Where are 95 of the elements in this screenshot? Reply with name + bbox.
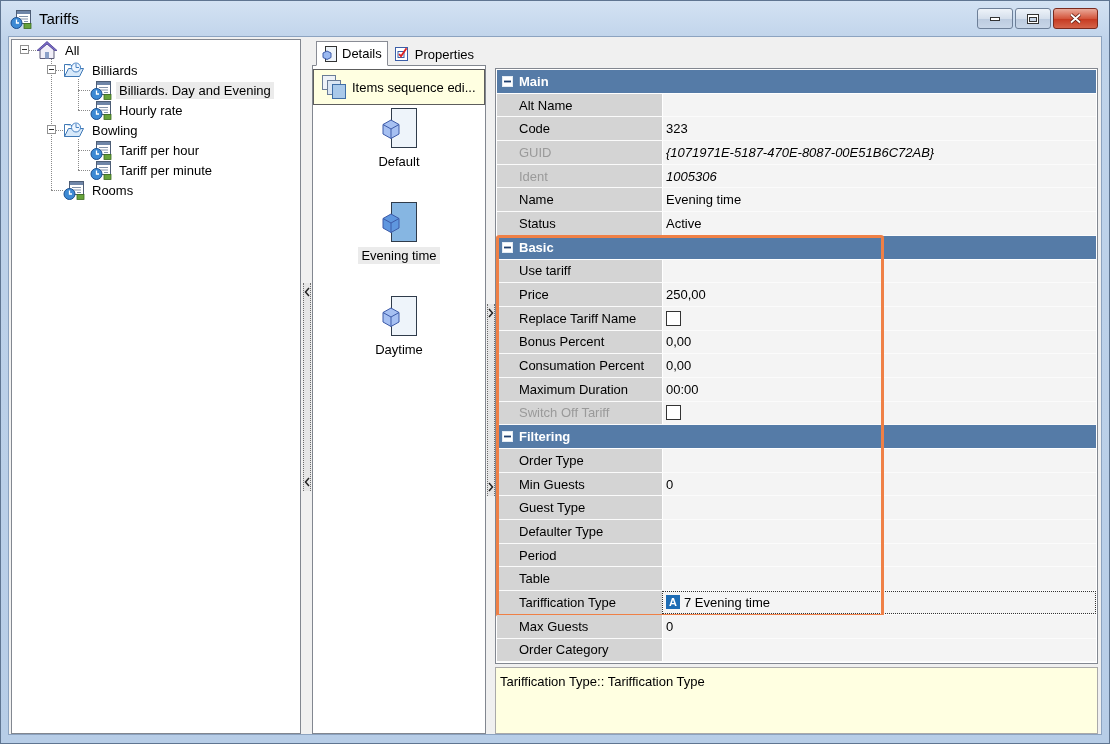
value-field[interactable] — [662, 520, 1096, 543]
property-label: Replace Tariff Name — [497, 306, 662, 330]
value-field[interactable]: Active — [662, 212, 1096, 235]
cube-page-icon[interactable] — [381, 202, 417, 242]
property-label: Period — [497, 543, 662, 567]
value-field[interactable] — [662, 449, 1096, 472]
value-field[interactable]: 250,00 — [662, 283, 1096, 306]
value-field: {1071971E-5187-470E-8087-00E51B6C72AB} — [662, 141, 1096, 164]
property-label: Consumation Percent — [497, 354, 662, 377]
description-text: Tariffication Type:: Tariffication Type — [500, 674, 705, 690]
table-clock-icon — [90, 80, 112, 100]
splitter-grip[interactable] — [302, 282, 311, 491]
tree-item[interactable]: Billiards. Day and Evening — [116, 81, 274, 99]
minimize-icon — [990, 16, 1000, 21]
minus-box-icon[interactable] — [20, 45, 29, 54]
property-label: Maximum Duration — [497, 377, 662, 401]
tree-item[interactable]: Tariff per minute — [116, 161, 215, 179]
table-clock-icon — [90, 140, 112, 160]
value-field[interactable] — [662, 638, 1096, 662]
folder-icon — [63, 60, 85, 80]
property-value: 7 Evening time — [684, 594, 770, 610]
close-button[interactable] — [1053, 8, 1098, 29]
tree-item[interactable]: Rooms — [89, 181, 137, 199]
property-label: Table — [497, 567, 662, 591]
value-field[interactable]: 00:00 — [662, 377, 1096, 401]
chevron-left-icon[interactable] — [303, 476, 310, 487]
value-field[interactable]: 323 — [662, 117, 1096, 141]
property-label: Guest Type — [497, 496, 662, 520]
tab[interactable]: Properties — [388, 43, 480, 65]
table-clock-icon — [90, 100, 112, 120]
window-title: Tariffs — [39, 10, 79, 27]
value-field[interactable] — [662, 567, 1096, 591]
property-label: Order Type — [497, 449, 662, 472]
property-label: Alt Name — [497, 93, 662, 117]
property-label: Status — [497, 212, 662, 235]
property-label: Min Guests — [497, 472, 662, 496]
value-field[interactable]: 0,00 — [662, 354, 1096, 377]
table-clock-icon — [90, 160, 112, 180]
category-title: Filtering — [519, 429, 571, 445]
value-field[interactable]: Evening time — [662, 188, 1096, 212]
value-field[interactable] — [662, 543, 1096, 567]
property-label: Tariffication Type — [497, 591, 662, 614]
sequence-editor-button[interactable]: Items sequence edi... — [313, 69, 485, 105]
checkbox[interactable] — [666, 310, 681, 326]
table-clock-icon — [63, 180, 85, 200]
maximize-button[interactable] — [1015, 8, 1051, 29]
tree-item[interactable]: Billiards — [89, 61, 141, 79]
value-field[interactable]: A 7 Evening time — [662, 591, 1096, 614]
tree-item[interactable]: Bowling — [89, 121, 141, 139]
value-field[interactable] — [662, 93, 1096, 117]
sequence-item[interactable]: Daytime — [372, 341, 426, 358]
value-field[interactable] — [662, 259, 1096, 283]
minimize-button[interactable] — [977, 8, 1013, 29]
value-field[interactable] — [662, 306, 1096, 330]
stacked-pages-icon — [321, 74, 347, 100]
property-label: Ident — [497, 164, 662, 188]
close-icon — [1069, 13, 1082, 24]
cube-page-icon[interactable] — [381, 296, 417, 336]
chevron-right-icon[interactable] — [487, 481, 494, 492]
chevron-left-icon[interactable] — [303, 286, 310, 297]
property-label: Bonus Percent — [497, 330, 662, 354]
tab[interactable]: Details — [316, 41, 388, 66]
tree-item[interactable]: Hourly rate — [116, 101, 186, 119]
property-label: GUID — [497, 141, 662, 164]
folder-icon — [63, 120, 85, 140]
property-label: Order Category — [497, 638, 662, 662]
cube-page-icon[interactable] — [381, 108, 417, 148]
cube-document-icon — [321, 45, 337, 62]
property-label: Price — [497, 283, 662, 306]
property-label: Use tariff — [497, 259, 662, 283]
value-field: 1005306 — [662, 164, 1096, 188]
value-field[interactable]: 0 — [662, 472, 1096, 496]
minus-box-icon[interactable] — [47, 125, 56, 134]
property-label: Max Guests — [497, 614, 662, 638]
table-clock-icon — [10, 8, 32, 29]
maximize-icon — [1027, 13, 1039, 24]
value-field[interactable]: 0 — [662, 614, 1096, 638]
property-label: Name — [497, 188, 662, 212]
minus-box-icon[interactable] — [47, 65, 56, 74]
type-badge: A — [666, 595, 680, 610]
property-label: Switch Off Tariff — [497, 401, 662, 425]
tree-item[interactable]: All — [62, 41, 83, 59]
sequence-item[interactable]: Evening time — [358, 247, 440, 264]
category-title: Main — [519, 73, 549, 89]
house-icon — [36, 40, 58, 60]
checklist-icon — [393, 46, 410, 62]
category-title: Basic — [519, 239, 554, 255]
value-field[interactable] — [662, 496, 1096, 520]
chevron-right-icon[interactable] — [487, 307, 494, 318]
value-field[interactable]: 0,00 — [662, 330, 1096, 354]
property-label: Code — [497, 117, 662, 141]
property-label: Defaulter Type — [497, 520, 662, 543]
sequence-item[interactable]: Default — [375, 153, 423, 170]
splitter-grip[interactable] — [486, 303, 495, 496]
tree-item[interactable]: Tariff per hour — [116, 141, 202, 159]
